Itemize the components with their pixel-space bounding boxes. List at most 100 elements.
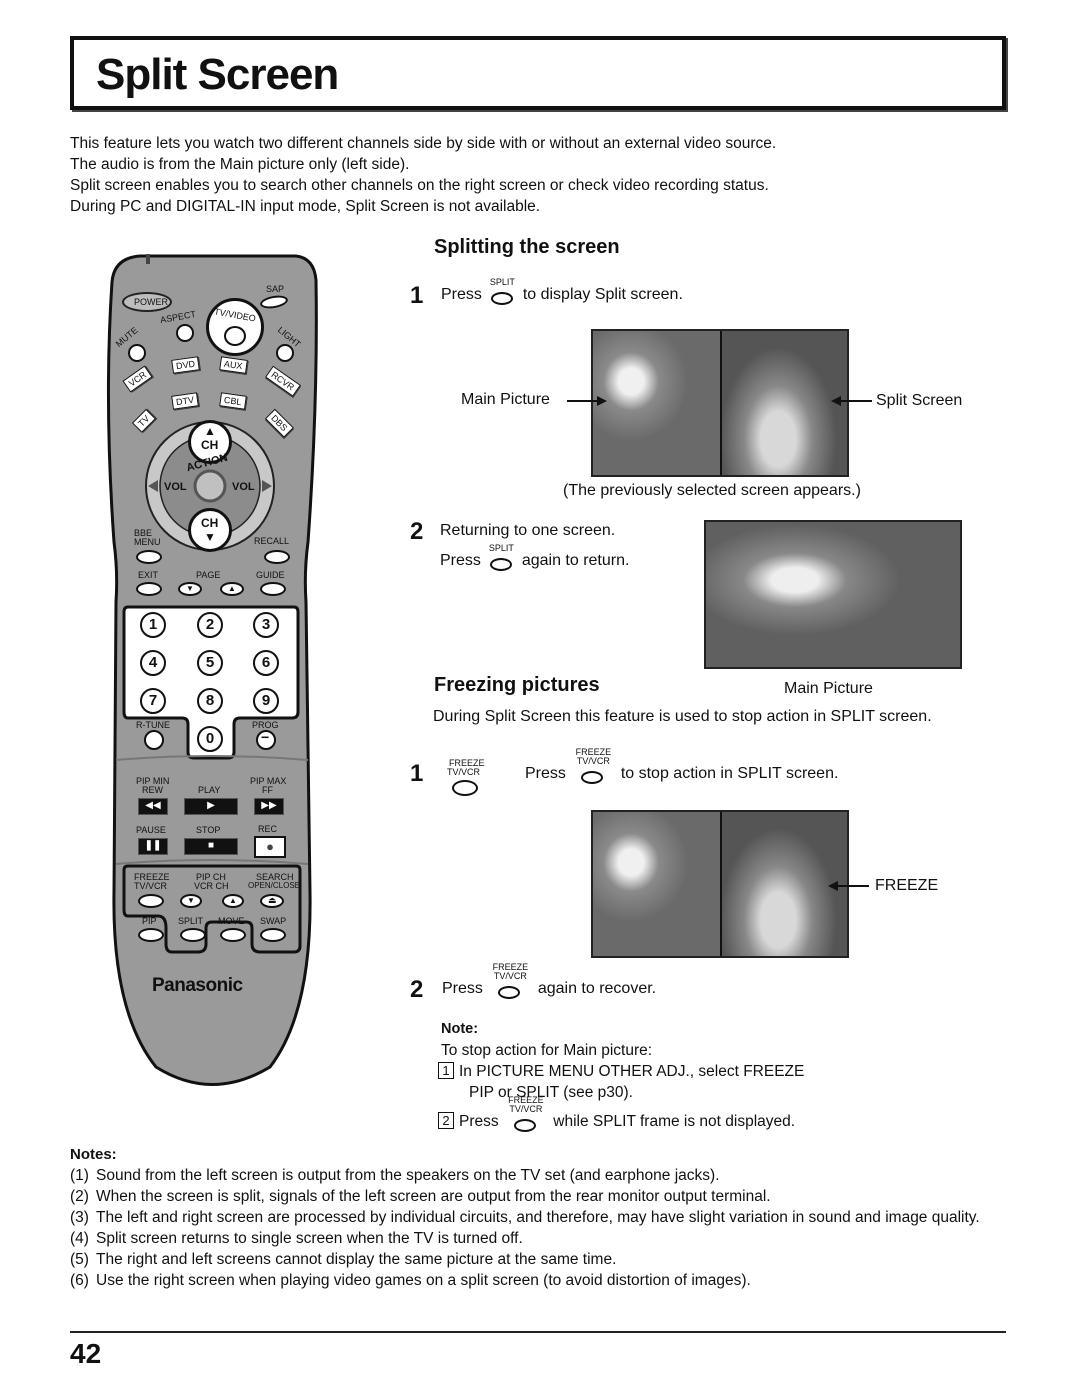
split-step2-text: Press SPLIT again to return. bbox=[440, 544, 630, 571]
remote-digit-4: 4 bbox=[140, 650, 166, 676]
remote-move-button bbox=[220, 928, 246, 942]
note-heading: Note: bbox=[441, 1021, 479, 1037]
freeze-step2-rest: again to recover. bbox=[537, 980, 657, 997]
remote-stop-label: STOP bbox=[196, 825, 221, 835]
freeze-button-icon: FREEZE TV/VCR bbox=[446, 756, 492, 800]
split-picture-cathedral bbox=[722, 331, 847, 475]
freeze-tvvcr-button-icon: FREEZE TV/VCR bbox=[506, 1096, 546, 1132]
single-screen-image bbox=[704, 520, 962, 669]
remote-ff-button: ▶▶ bbox=[254, 798, 284, 815]
tvvcr-button-label: TV/VCR bbox=[493, 971, 527, 981]
remote-page-label: PAGE bbox=[196, 570, 221, 580]
page-down-icon: ▼ bbox=[186, 584, 194, 593]
freeze-step2-text: Press FREEZE TV/VCR again to recover. bbox=[442, 963, 657, 999]
split-button-label: SPLIT bbox=[488, 543, 514, 553]
remote-stop-button: ■ bbox=[184, 838, 238, 855]
intro-line: The audio is from the Main picture only … bbox=[70, 156, 410, 173]
page-number: 42 bbox=[70, 1338, 102, 1369]
intro-line: During PC and DIGITAL-IN input mode, Spl… bbox=[70, 198, 541, 215]
remote-ff-label: FF bbox=[262, 785, 273, 795]
tvvcr-button-label: TV/VCR bbox=[576, 756, 610, 766]
split-caption: (The previously selected screen appears.… bbox=[563, 482, 861, 499]
step-number: 1 bbox=[410, 282, 424, 309]
remote-menu-button bbox=[136, 550, 162, 564]
pip-ch-up-icon: ▲ bbox=[229, 896, 237, 905]
split-screen-label: Split Screen bbox=[876, 392, 963, 409]
freeze-icon-label-2: TV/VCR bbox=[447, 767, 481, 777]
notes-item-number: (2) bbox=[70, 1188, 89, 1205]
splitting-heading: Splitting the screen bbox=[434, 236, 620, 258]
remote-aspect-button bbox=[176, 324, 194, 342]
remote-ch-down-label: CH bbox=[201, 516, 219, 530]
remote-pause-button: ❚❚ bbox=[138, 838, 168, 855]
remote-digit-1: 1 bbox=[140, 612, 166, 638]
freezing-description: During Split Screen this feature is used… bbox=[433, 708, 932, 725]
remote-digit-8: 8 bbox=[197, 688, 223, 714]
page-up-icon: ▲ bbox=[228, 584, 236, 593]
main-picture-football bbox=[593, 331, 720, 475]
press-label: Press bbox=[440, 552, 481, 569]
notes-item: (5) The right and left screens cannot dis… bbox=[70, 1249, 1020, 1270]
remote-rtune-label: R-TUNE bbox=[136, 720, 170, 730]
freezing-heading: Freezing pictures bbox=[434, 674, 600, 696]
freeze-step1-text: Press FREEZE TV/VCR to stop action in SPL… bbox=[525, 748, 839, 784]
main-picture-label: Main Picture bbox=[461, 391, 550, 408]
remote-guide-button bbox=[260, 582, 286, 596]
note-item-text: In PICTURE MENU OTHER ADJ., select FREEZ… bbox=[459, 1063, 805, 1080]
remote-pip-button bbox=[138, 928, 164, 942]
intro-text: This feature lets you watch two differen… bbox=[70, 133, 1010, 217]
remote-split-button bbox=[180, 928, 206, 942]
step-number: 1 bbox=[410, 760, 424, 787]
tvvcr-button-label: TV/VCR bbox=[509, 1104, 543, 1114]
split-step1-text: Press SPLIT to display Split screen. bbox=[441, 278, 683, 305]
footer-divider bbox=[70, 1331, 1006, 1333]
remote-play-button: ▶ bbox=[184, 798, 238, 815]
split-step1-rest: to display Split screen. bbox=[522, 286, 683, 303]
ch-down-arrow-icon: ▼ bbox=[204, 530, 216, 544]
page-title: Split Screen bbox=[96, 50, 339, 99]
notes-item-number: (4) bbox=[70, 1230, 89, 1247]
remote-digit-6: 6 bbox=[253, 650, 279, 676]
split-step2-line1: Returning to one screen. bbox=[440, 522, 616, 539]
remote-digit-2: 2 bbox=[197, 612, 223, 638]
notes-item-text: Use the right screen when playing video … bbox=[96, 1272, 751, 1289]
notes-item-number: (1) bbox=[70, 1167, 89, 1184]
step-number: 2 bbox=[410, 518, 424, 545]
notes-item-text: Sound from the left screen is output fro… bbox=[96, 1167, 720, 1184]
arrow-right-icon bbox=[567, 400, 599, 402]
eject-icon: ⏏ bbox=[268, 895, 277, 905]
arrow-left-icon bbox=[837, 885, 869, 887]
note-item-number: 2 bbox=[438, 1112, 454, 1129]
remote-move-label: MOVE bbox=[218, 916, 245, 926]
notes-item-text: Split screen returns to single screen wh… bbox=[96, 1230, 523, 1247]
notes-item-number: (5) bbox=[70, 1251, 89, 1268]
notes-item-text: The left and right screen are processed … bbox=[96, 1209, 980, 1226]
remote-mute-button bbox=[128, 344, 146, 362]
notes-heading: Notes: bbox=[70, 1146, 117, 1163]
remote-digit-7: 7 bbox=[140, 688, 166, 714]
notes-item: (6) Use the right screen when playing vid… bbox=[70, 1270, 1020, 1291]
split-button-label: SPLIT bbox=[489, 277, 515, 287]
arrow-head-icon bbox=[597, 396, 607, 406]
split-button-icon: SPLIT bbox=[488, 544, 514, 571]
remote-pip-label: PIP bbox=[142, 916, 157, 926]
freeze-step1-rest: to stop action in SPLIT screen. bbox=[620, 765, 839, 782]
remote-rew-label: REW bbox=[142, 785, 163, 795]
remote-guide-label: GUIDE bbox=[256, 570, 285, 580]
split-step2-rest: again to return. bbox=[521, 552, 630, 569]
freeze-label: FREEZE bbox=[875, 877, 939, 894]
remote-exit-button bbox=[136, 582, 162, 596]
remote-digit-3: 3 bbox=[253, 612, 279, 638]
remote-rec-button: ● bbox=[254, 836, 286, 858]
note-item: 1 In PICTURE MENU OTHER ADJ., select FREE… bbox=[438, 1061, 804, 1082]
pip-ch-down-icon: ▼ bbox=[187, 896, 195, 905]
remote-swap-label: SWAP bbox=[260, 916, 287, 926]
single-screen-caption: Main Picture bbox=[784, 680, 873, 697]
remote-light-button bbox=[276, 344, 294, 362]
remote-rec-label: REC bbox=[258, 824, 278, 834]
remote-split-label: SPLIT bbox=[178, 916, 204, 926]
remote-brand-logo: Panasonic bbox=[152, 975, 243, 996]
remote-play-label: PLAY bbox=[198, 785, 221, 795]
remote-rtune-button bbox=[144, 730, 164, 750]
main-picture-football bbox=[593, 812, 720, 956]
